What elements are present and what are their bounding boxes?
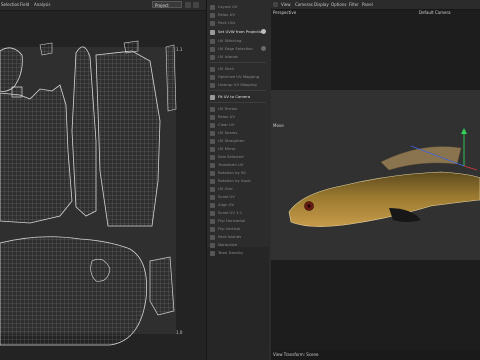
- tool-label: Set UVW from Projection: [218, 29, 265, 34]
- menu-selection[interactable]: Selection: [1, 0, 19, 10]
- menu-cameras[interactable]: Cameras: [295, 0, 313, 9]
- tool-icon: [210, 29, 215, 35]
- viewport-menu-icon[interactable]: [273, 2, 278, 7]
- panel-divider: [210, 90, 266, 91]
- tool-icon: [210, 194, 215, 200]
- viewport-camera-label[interactable]: Default Camera: [419, 10, 451, 15]
- tool-label: Scale UV: [218, 194, 235, 199]
- tool-label: Fit UV to Camera: [218, 94, 251, 99]
- tool-icon: [210, 234, 215, 240]
- tool-label: UV Mirror: [218, 146, 236, 151]
- project-select[interactable]: Project: [152, 1, 182, 8]
- uv-coordinate-label: 1.0: [176, 330, 183, 335]
- tool-icon: [210, 138, 215, 144]
- tool-row[interactable]: Pack UVs: [210, 18, 267, 27]
- tool-label: Texel Density: [218, 250, 244, 255]
- tool-label: UV Shell: [218, 66, 234, 71]
- tool-label: Clear UV: [218, 122, 235, 127]
- menu-display[interactable]: Display: [314, 0, 329, 9]
- tool-label: UV Seams: [218, 130, 238, 135]
- fish-model[interactable]: [271, 90, 480, 260]
- tool-label: UV Straighten: [218, 138, 245, 143]
- tool-icon: [210, 20, 215, 26]
- tool-icon: [210, 210, 215, 216]
- tool-icon: [210, 106, 215, 112]
- menu-options[interactable]: Options: [331, 0, 346, 9]
- tool-icon: [210, 38, 215, 44]
- menu-analysis[interactable]: Analysis: [34, 0, 50, 10]
- tool-label: UV Stitching: [218, 38, 242, 43]
- tool-icon: [210, 186, 215, 192]
- tool-icon: [210, 114, 215, 120]
- tool-icon: [210, 250, 215, 256]
- tool-icon: [210, 54, 215, 60]
- tool-label: Rotation by 90: [218, 170, 246, 175]
- tool-row[interactable]: Texel Density: [210, 248, 267, 257]
- viewport-menubar: View Cameras Display Options Filter Pane…: [271, 0, 480, 10]
- tool-label: Pack Islands: [218, 234, 242, 239]
- tool-icon: [210, 66, 215, 72]
- tool-row-fit-uv-to-camera[interactable]: Fit UV to Camera: [210, 92, 267, 101]
- menu-view[interactable]: View: [281, 0, 291, 9]
- info-icon[interactable]: [261, 29, 266, 34]
- tool-label: Flip Horizontal: [218, 218, 246, 223]
- tool-icon: [210, 202, 215, 208]
- tool-row[interactable]: UV Islands: [210, 52, 267, 61]
- toolbar-button-icon[interactable]: [185, 2, 191, 8]
- tool-icon: [210, 130, 215, 136]
- tool-icon: [210, 46, 215, 52]
- uv-editor-menubar: Selection Field Analysis Project: [0, 0, 206, 11]
- uv-wireframe: [0, 40, 177, 346]
- viewport-projection-label: Perspective: [273, 10, 297, 15]
- tool-icon: [210, 154, 215, 160]
- tool-icon: [210, 146, 215, 152]
- panel-divider: [210, 102, 266, 103]
- menu-panel[interactable]: Panel: [362, 0, 373, 9]
- tool-label: Scale UV 1:1: [218, 210, 243, 215]
- tool-icon: [210, 226, 215, 232]
- tool-label: Sew Selected: [218, 154, 244, 159]
- tool-icon: [210, 82, 215, 88]
- tool-icon: [210, 94, 215, 100]
- panel-divider: [210, 62, 266, 63]
- tool-label: Unwrap UV Mapping: [218, 82, 257, 87]
- tool-label: Rotation by Input: [218, 178, 251, 183]
- tool-label: Relax UV: [218, 12, 236, 17]
- uv-coordinate-label: 1.1: [176, 47, 183, 52]
- tool-icon: [210, 74, 215, 80]
- tool-label: Transform UV: [218, 162, 244, 167]
- tool-label: UV Edge Selection: [218, 46, 253, 51]
- tool-label: UV Terrain: [218, 106, 238, 111]
- tool-panel-empty-area: [207, 247, 269, 360]
- tool-icon: [210, 12, 215, 18]
- tool-icon: [210, 170, 215, 176]
- tool-row[interactable]: Unwrap UV Mapping: [210, 80, 267, 89]
- tool-label: Flip Vertical: [218, 226, 241, 231]
- viewport-status-bar: View Transform: Scene: [271, 350, 480, 360]
- view-transform-status: View Transform: Scene: [273, 352, 319, 357]
- toolbar-button-icon[interactable]: [193, 2, 199, 8]
- menu-field[interactable]: Field: [20, 0, 29, 10]
- tool-icon: [210, 242, 215, 248]
- tool-row-set-uvw-from-projection[interactable]: Set UVW from Projection: [210, 27, 267, 36]
- tool-label: UV Grid: [218, 186, 233, 191]
- tool-label: Optimize UV Mapping: [218, 74, 260, 79]
- tool-icon: [210, 122, 215, 128]
- tool-label: Normalize: [218, 242, 238, 247]
- tool-label: Relax UV: [218, 114, 236, 119]
- menu-filter[interactable]: Filter: [349, 0, 359, 9]
- tool-label: Pack UVs: [218, 20, 236, 25]
- tool-label: UV Islands: [218, 54, 238, 59]
- tool-icon: [210, 4, 215, 10]
- info-icon[interactable]: [261, 46, 266, 51]
- tool-icon: [210, 218, 215, 224]
- tool-label: Align UV: [218, 202, 235, 207]
- tool-label: Layout UV: [218, 4, 238, 9]
- tool-icon: [210, 178, 215, 184]
- tool-icon: [210, 162, 215, 168]
